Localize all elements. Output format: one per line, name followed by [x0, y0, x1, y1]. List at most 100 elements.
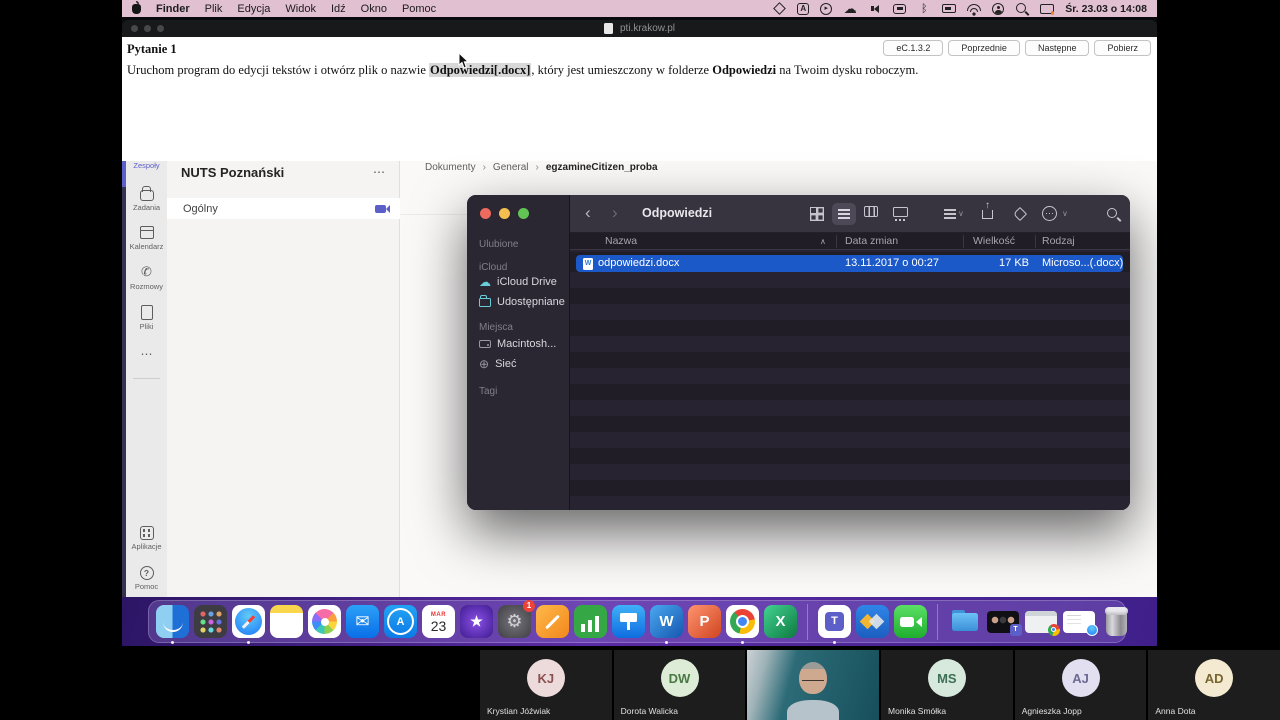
rail-item-calendar[interactable]: Kalendarz [126, 224, 167, 251]
dock-excel[interactable]: X [763, 603, 798, 641]
dock-minimized-safari-window[interactable] [1061, 603, 1098, 641]
keyboard-battery-icon[interactable] [893, 3, 907, 14]
group-by-button[interactable] [941, 206, 959, 222]
keyboard-a-icon[interactable] [797, 2, 810, 15]
dock-word[interactable]: W [649, 603, 684, 644]
dock-notes[interactable] [269, 603, 304, 641]
gallery-view-button[interactable] [891, 206, 909, 222]
close-button[interactable] [480, 208, 491, 219]
rail-item-apps[interactable]: Aplikacje [126, 526, 167, 551]
dock-app-store[interactable]: A [383, 603, 418, 641]
dock-pages[interactable] [535, 603, 570, 641]
dock-company-portal[interactable] [855, 603, 890, 641]
menu-pomoc[interactable]: Pomoc [402, 3, 436, 15]
dock-calendar[interactable]: MAR 23 [421, 603, 456, 641]
finder-window-controls[interactable] [480, 208, 529, 219]
column-view-button[interactable] [864, 206, 878, 217]
icon-view-button[interactable] [808, 206, 826, 222]
display-icon[interactable] [1040, 2, 1055, 16]
rail-item-calls[interactable]: ✆ Rozmowy [126, 264, 167, 291]
breadcrumb-general[interactable]: General [493, 162, 529, 173]
zoom-button[interactable] [518, 208, 529, 219]
rail-item-tasks[interactable]: Zadania [126, 185, 167, 212]
apple-menu-icon[interactable] [132, 0, 141, 14]
dock-safari[interactable] [231, 603, 266, 644]
column-kind[interactable]: Rodzaj [1042, 235, 1075, 247]
minimize-button[interactable] [499, 208, 510, 219]
share-button[interactable] [982, 200, 993, 219]
menu-app-name[interactable]: Finder [156, 3, 190, 15]
participant-tile[interactable]: DW Dorota Walicka [613, 650, 746, 720]
menu-okno[interactable]: Okno [361, 3, 387, 15]
dock-keynote[interactable] [611, 603, 646, 641]
column-divider[interactable] [963, 235, 964, 248]
breadcrumb-current[interactable]: egzamineCitizen_proba [546, 162, 658, 173]
menu-plik[interactable]: Plik [205, 3, 223, 15]
column-divider[interactable] [1035, 235, 1036, 248]
back-button[interactable]: ‹ [585, 203, 591, 223]
dock-minimized-teams-window[interactable]: T [985, 603, 1022, 641]
column-date[interactable]: Data zmian [845, 235, 898, 247]
breadcrumb-dokumenty[interactable]: Dokumenty [425, 162, 476, 173]
participant-video-tile[interactable] [747, 650, 880, 720]
participant-tile[interactable]: AD Anna Dota [1148, 650, 1280, 720]
dock-system-preferences[interactable]: ⚙ 1 [497, 599, 535, 641]
rail-item-files[interactable]: Pliki [126, 304, 167, 331]
meeting-camera-icon[interactable] [375, 204, 390, 213]
menu-widok[interactable]: Widok [285, 3, 316, 15]
dock-chrome[interactable] [725, 603, 760, 644]
team-more-button[interactable]: ⋯ [373, 165, 385, 179]
rail-item-help[interactable]: Pomoc [126, 566, 167, 591]
wifi-icon[interactable] [967, 1, 982, 16]
sidebar-places-header: Miejsca [479, 322, 513, 333]
shortcuts-icon[interactable] [772, 2, 786, 16]
dock-launchpad[interactable] [193, 603, 228, 641]
dock-powerpoint[interactable]: P [687, 603, 722, 641]
previous-button[interactable]: Poprzednie [948, 40, 1020, 56]
menu-clock[interactable]: Śr. 23.03 o 14:08 [1065, 3, 1147, 15]
volume-icon[interactable] [868, 2, 882, 16]
column-name[interactable]: Nazwa [605, 235, 637, 247]
version-button[interactable]: eC.1.3.2 [883, 40, 944, 56]
spotlight-search-icon[interactable] [1015, 2, 1029, 16]
menu-idz[interactable]: Idź [331, 3, 346, 15]
participant-tile[interactable]: KJ Krystian Jóźwiak [480, 650, 612, 720]
sidebar-item-shared[interactable]: Udostępniane [479, 295, 565, 308]
dock-mail[interactable]: ✉ [345, 603, 380, 641]
dock-trash[interactable] [1099, 603, 1134, 641]
more-actions-button[interactable]: ⋯ [1042, 206, 1057, 221]
dock-photos[interactable] [307, 603, 342, 641]
cloud-icon[interactable]: ☁ [843, 2, 857, 16]
next-button[interactable]: Następne [1024, 40, 1090, 56]
browser-title-bar[interactable]: pti.krakow.pl [122, 20, 1157, 37]
sidebar-item-network[interactable]: ⊕ Sieć [479, 358, 516, 370]
rail-item-more[interactable]: ⋯ [126, 346, 167, 362]
file-row-selected[interactable]: W odpowiedzi.docx 13.11.2017 o 00:27 17 … [576, 255, 1123, 272]
participant-tile[interactable]: MS Monika Smółka [881, 650, 1013, 720]
dock-minimized-chrome-window[interactable] [1023, 603, 1060, 641]
bluetooth-icon[interactable]: ᛒ [917, 2, 931, 16]
dock-downloads-folder[interactable] [947, 603, 982, 641]
channel-ogolny[interactable]: Ogólny [167, 198, 400, 219]
participant-tile[interactable]: AJ Agnieszka Jopp [1014, 650, 1147, 720]
dock-finder[interactable] [155, 603, 190, 644]
column-divider[interactable] [836, 235, 837, 248]
sidebar-favorites-header: Ulubione [479, 239, 519, 250]
dock-imovie[interactable]: ★ [459, 603, 494, 641]
menu-edycja[interactable]: Edycja [237, 3, 270, 15]
battery-icon[interactable] [942, 2, 956, 16]
play-circle-icon[interactable] [820, 2, 833, 15]
column-size[interactable]: Wielkość [973, 235, 1015, 247]
dock-facetime[interactable] [893, 603, 928, 641]
sidebar-item-macintosh-hd[interactable]: Macintosh... [479, 338, 556, 350]
search-button[interactable] [1104, 206, 1122, 222]
download-button[interactable]: Pobierz [1094, 40, 1151, 56]
dock-numbers[interactable] [573, 603, 608, 641]
user-circle-icon[interactable] [992, 2, 1005, 15]
list-view-button[interactable] [832, 203, 856, 225]
sidebar-item-icloud-drive[interactable]: ☁ iCloud Drive [479, 276, 557, 288]
tag-button[interactable] [1011, 206, 1029, 222]
forward-button[interactable]: › [612, 203, 618, 223]
rail-item-teams[interactable]: Zespoły [126, 161, 167, 170]
dock-teams[interactable]: T [817, 603, 852, 644]
